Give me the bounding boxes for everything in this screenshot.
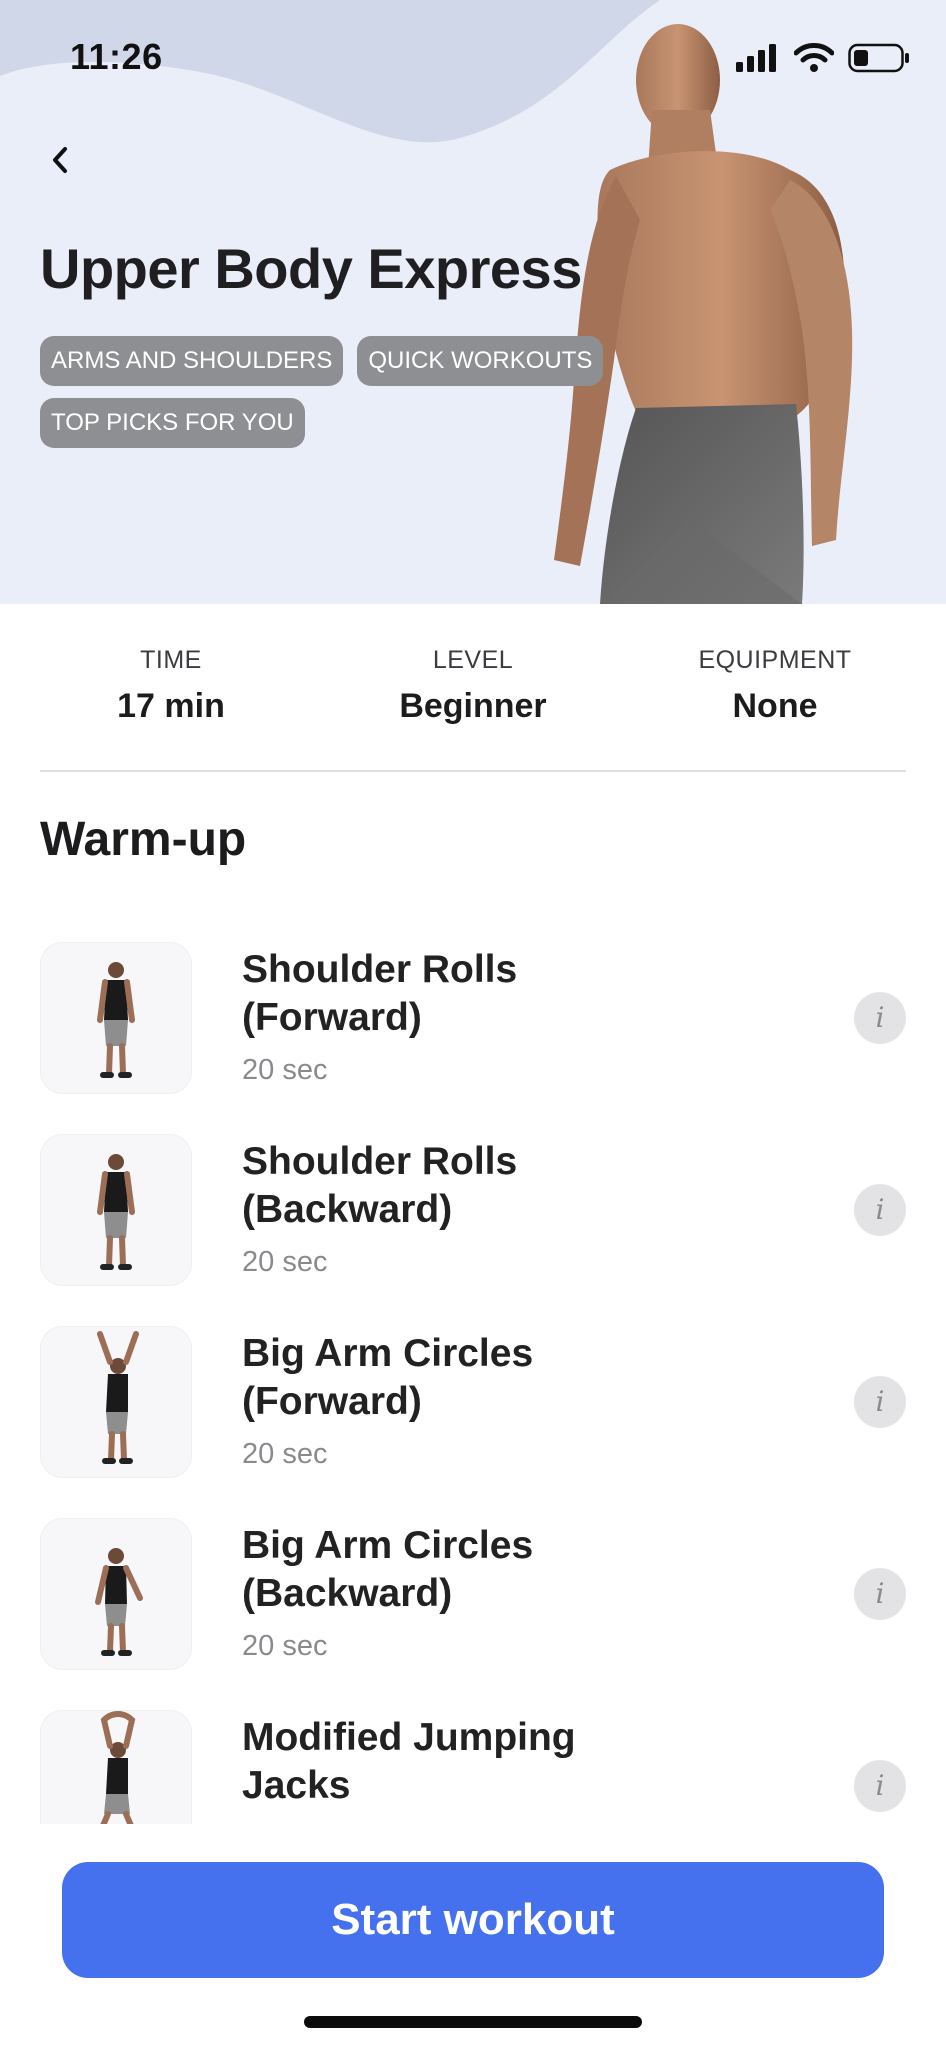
status-bar-icons (736, 40, 910, 76)
info-icon[interactable]: i (854, 1376, 906, 1428)
exercise-item[interactable]: Big Arm Circles (Forward) 20 sec i (0, 1326, 946, 1478)
figure-arms-up-image (97, 1331, 139, 1464)
exercise-name: Shoulder Rolls (Forward) (242, 948, 518, 1039)
info-icon[interactable]: i (854, 992, 906, 1044)
exercise-item[interactable]: Shoulder Rolls (Forward) 20 sec i (0, 942, 946, 1094)
exercise-name: Modified Jumping Jacks (242, 1716, 576, 1807)
figure-arms-side-image (95, 1548, 143, 1656)
info-icon[interactable]: i (854, 1568, 906, 1620)
stat-time-value: 17 min (117, 687, 225, 725)
battery-icon (848, 43, 909, 73)
exercise-duration: 20 sec (242, 1630, 328, 1662)
back-button[interactable] (36, 136, 84, 184)
exercise-item[interactable]: Shoulder Rolls (Backward) 20 sec i (0, 1134, 946, 1286)
exercise-duration: 20 sec (242, 1246, 328, 1278)
tag-arms-and-shoulders[interactable]: ARMS AND SHOULDERS (40, 336, 344, 386)
info-icon[interactable]: i (854, 1184, 906, 1236)
info-icon[interactable]: i (854, 1760, 906, 1812)
stat-equipment-value: None (732, 687, 818, 725)
exercise-item[interactable]: Modified Jumping Jacks i (0, 1710, 946, 1824)
tag-top-picks[interactable]: TOP PICKS FOR YOU (40, 398, 305, 448)
hero-athlete-image (554, 24, 853, 604)
exercise-thumbnail (40, 1134, 192, 1286)
stat-equipment-label: EQUIPMENT (698, 646, 852, 674)
stat-level: LEVEL Beginner (342, 646, 604, 726)
stat-time-label: TIME (140, 646, 202, 674)
figure-standing-image (97, 962, 135, 1078)
status-bar-time: 11:26 (70, 36, 163, 77)
figure-standing-image (97, 1154, 135, 1270)
stat-level-label: LEVEL (432, 646, 514, 674)
exercise-name: Big Arm Circles (Backward) (242, 1524, 534, 1615)
stat-time: TIME 17 min (40, 646, 302, 726)
tag-quick-workouts[interactable]: QUICK WORKOUTS (357, 336, 604, 386)
exercise-item[interactable]: Big Arm Circles (Backward) 20 sec i (0, 1518, 946, 1670)
hero-banner: 11:26 Upper Body Express ARMS AND SHOULD… (0, 0, 946, 604)
figure-jumping-jack-image (100, 1711, 136, 1824)
exercise-duration: 20 sec (242, 1054, 328, 1086)
exercise-thumbnail (40, 1518, 192, 1670)
workout-title: Upper Body Express (40, 237, 582, 300)
exercise-name: Big Arm Circles (Forward) (242, 1332, 534, 1423)
wifi-icon (794, 43, 834, 72)
stat-level-value: Beginner (399, 687, 547, 725)
signal-icon (736, 44, 776, 72)
workout-stats: TIME 17 min LEVEL Beginner EQUIPMENT Non… (40, 604, 906, 772)
start-workout-button[interactable]: Start workout (62, 1862, 884, 1978)
stat-equipment: EQUIPMENT None (644, 646, 906, 726)
exercise-duration: 20 sec (242, 1438, 328, 1470)
exercise-name: Shoulder Rolls (Backward) (242, 1140, 518, 1231)
chevron-left-icon (53, 147, 67, 173)
category-tags: ARMS AND SHOULDERS QUICK WORKOUTS TOP PI… (40, 336, 620, 448)
exercise-thumbnail (40, 1710, 192, 1824)
section-title-warm-up: Warm-up (40, 813, 247, 866)
exercise-list[interactable]: Shoulder Rolls (Forward) 20 sec i Should… (0, 942, 946, 1824)
home-indicator (304, 2016, 642, 2028)
exercise-thumbnail (40, 942, 192, 1094)
exercise-thumbnail (40, 1326, 192, 1478)
